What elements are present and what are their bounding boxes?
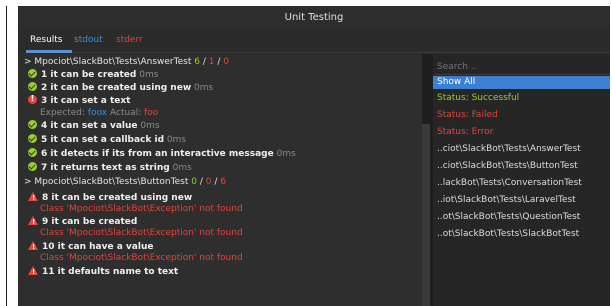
filter-suite-slackbottest[interactable]: ..ot\SlackBot\Tests\SlackBotTest	[433, 228, 610, 241]
tab-divider	[72, 52, 610, 53]
count-separator: /	[202, 57, 206, 67]
check-circle-icon	[28, 82, 37, 91]
unit-testing-window: Unit Testing Results stdout stderr > Mpo…	[18, 6, 610, 306]
exclamation-circle-icon	[28, 93, 37, 105]
expected-label: Expected:	[40, 108, 86, 118]
test-label: 3 it can set a text	[41, 96, 131, 106]
results-scrollbar-thumb[interactable]	[422, 54, 430, 124]
test-row[interactable]: 3 it can set a text	[28, 93, 131, 107]
count-separator: /	[199, 177, 203, 187]
test-row[interactable]: 11 it defaults name to text	[28, 266, 178, 278]
group-failed-count: 0	[205, 177, 212, 187]
error-text: Class 'Mpociot\SlackBot\Exception' not f…	[40, 204, 243, 214]
warning-triangle-icon	[28, 241, 38, 253]
error-text: Class 'Mpociot\SlackBot\Exception' not f…	[40, 228, 243, 238]
check-circle-icon	[28, 69, 37, 78]
group-name: > Mpociot\SlackBot\Tests\AnswerTest	[24, 57, 192, 67]
test-row[interactable]: 6 it detects if its from an interactive …	[28, 148, 296, 160]
tab-stderr[interactable]: stderr	[116, 35, 143, 45]
test-time: 0ms	[194, 83, 214, 93]
test-row[interactable]: 5 it can set a callback id 0ms	[28, 134, 186, 146]
group-passed-count: 6	[194, 57, 200, 67]
warning-triangle-icon	[28, 192, 38, 204]
active-tab-indicator	[26, 50, 72, 53]
filter-suite-conversationtest[interactable]: ..lackBot\Tests\ConversationTest	[433, 177, 610, 190]
tab-stdout[interactable]: stdout	[74, 35, 103, 45]
filter-status-successful[interactable]: Status: Successful	[433, 92, 610, 105]
error-message: Class 'Mpociot\SlackBot\Exception' not f…	[40, 203, 243, 215]
filter-suite-laraveltest[interactable]: ..iot\SlackBot\Tests\LaravelTest	[433, 194, 610, 207]
error-message: Class 'Mpociot\SlackBot\Exception' not f…	[40, 252, 243, 264]
test-row[interactable]: 4 it can set a value 0ms	[28, 120, 160, 132]
test-time: 0ms	[139, 70, 159, 80]
search-input[interactable]	[435, 60, 607, 74]
filter-show-all[interactable]: Show All	[433, 76, 610, 89]
check-circle-icon	[28, 134, 37, 143]
group-error-count: 6	[220, 177, 227, 187]
test-time: 0ms	[276, 149, 296, 159]
test-time: 0ms	[172, 163, 192, 173]
test-group-buttontest[interactable]: > Mpociot\SlackBot\Tests\ButtonTest 0 / …	[24, 176, 226, 188]
test-label: 8 it can be created using new	[42, 193, 193, 203]
window-title: Unit Testing	[284, 11, 344, 23]
check-circle-icon	[28, 120, 37, 129]
test-time: 0ms	[166, 135, 187, 145]
filter-status-failed[interactable]: Status: Failed	[433, 109, 610, 122]
test-label: 11 it defaults name to text	[42, 267, 179, 277]
expected-value: foox	[87, 108, 108, 118]
error-message: Class 'Mpociot\SlackBot\Exception' not f…	[40, 227, 243, 239]
filter-status-error[interactable]: Status: Error	[433, 126, 610, 139]
tab-bar: Results stdout stderr	[18, 28, 610, 54]
count-separator: /	[214, 177, 218, 187]
error-text: Class 'Mpociot\SlackBot\Exception' not f…	[40, 253, 243, 263]
warning-triangle-icon	[28, 216, 38, 228]
window-edge	[6, 6, 7, 306]
test-row[interactable]: 7 it returns text as string 0ms	[28, 162, 192, 174]
test-label: 9 it can be created	[42, 217, 138, 227]
warning-triangle-icon	[28, 266, 38, 278]
test-label: 2 it can be created using new	[41, 83, 192, 93]
group-name: > Mpociot\SlackBot\Tests\ButtonTest	[24, 177, 189, 187]
test-time: 0ms	[140, 121, 160, 131]
test-label: 10 it can have a value	[42, 242, 154, 252]
results-scrollbar-track[interactable]	[422, 124, 430, 306]
filter-suite-buttontest[interactable]: ..ciot\SlackBot\Tests\ButtonTest	[433, 160, 610, 173]
filter-suite-answertest[interactable]: ..ciot\SlackBot\Tests\AnswerTest	[433, 143, 610, 156]
actual-label: Actual:	[110, 108, 142, 118]
group-passed-count: 0	[191, 177, 197, 187]
group-failed-count: 1	[208, 57, 215, 67]
actual-value: foo	[144, 108, 159, 118]
check-circle-icon	[28, 162, 37, 171]
title-bar: Unit Testing	[18, 6, 610, 28]
count-separator: /	[217, 57, 221, 67]
check-circle-icon	[28, 148, 37, 157]
filter-panel: Show All Status: Successful Status: Fail…	[433, 54, 610, 306]
test-row[interactable]: 1 it can be created 0ms	[28, 69, 158, 81]
filter-suite-questiontest[interactable]: ..ot\SlackBot\Tests\QuestionTest	[433, 211, 610, 224]
assertion-detail: Expected: foox Actual: foo	[40, 107, 158, 119]
test-group-answertest[interactable]: > Mpociot\SlackBot\Tests\AnswerTest 6 / …	[24, 56, 229, 68]
test-label: 1 it can be created	[41, 70, 137, 80]
test-label: 4 it can set a value	[41, 121, 138, 131]
test-label: 7 it returns text as string	[41, 163, 170, 173]
test-label: 6 it detects if its from an interactive …	[41, 149, 274, 159]
results-list[interactable]: > Mpociot\SlackBot\Tests\AnswerTest 6 / …	[18, 54, 422, 306]
tab-results[interactable]: Results	[30, 35, 63, 45]
group-error-count: 0	[223, 57, 230, 67]
search-underline	[433, 74, 610, 75]
test-label: 5 it can set a callback id	[41, 135, 165, 145]
test-row[interactable]: 2 it can be created using new 0ms	[28, 82, 213, 94]
